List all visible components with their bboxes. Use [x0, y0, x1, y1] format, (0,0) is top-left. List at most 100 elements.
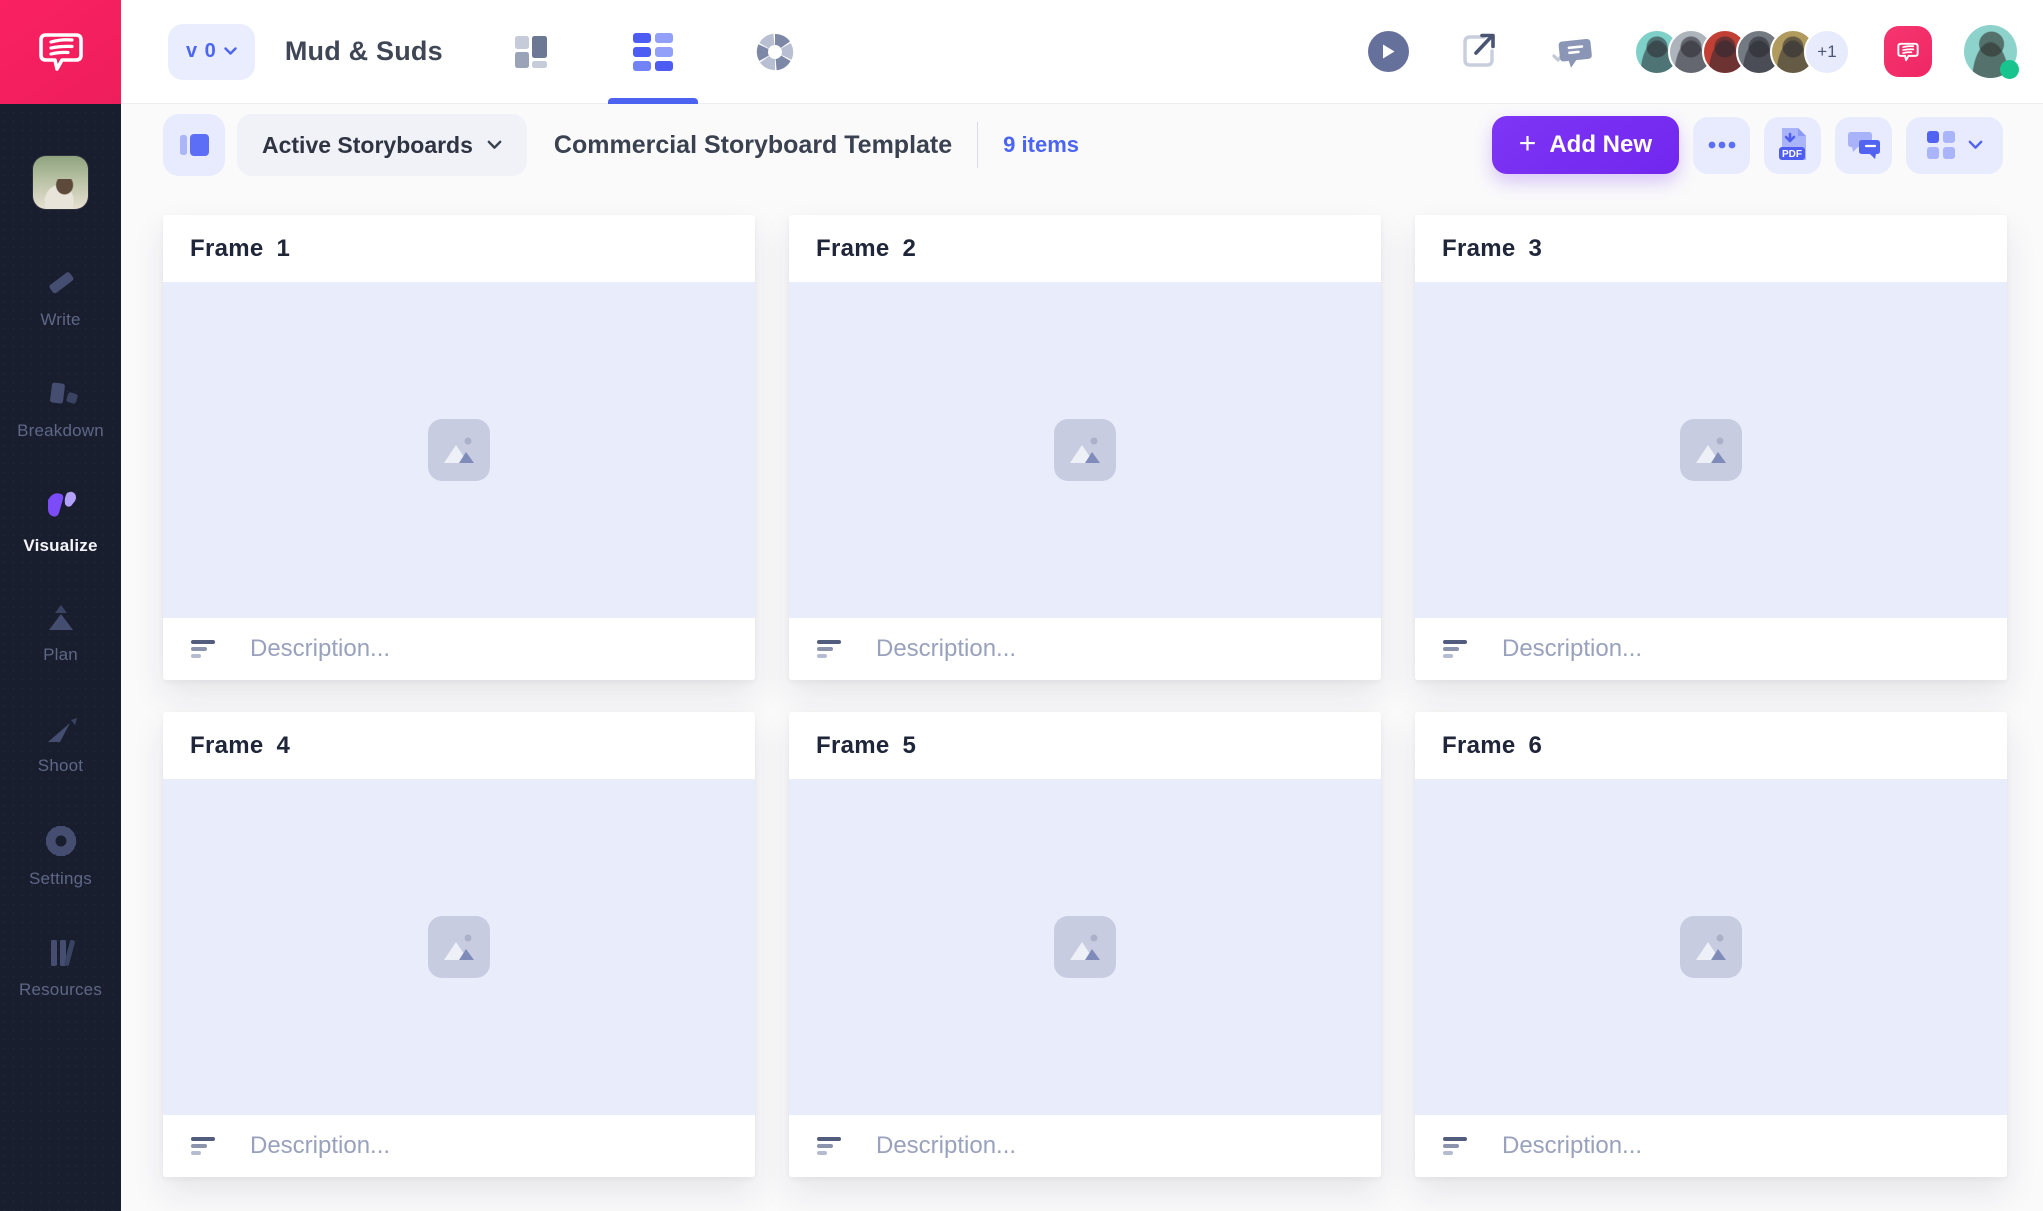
- description-lines-icon: [817, 1136, 843, 1156]
- comments-button[interactable]: [1548, 30, 1594, 74]
- frame-header: Frame 2: [789, 215, 1381, 282]
- frame-header: Frame 4: [163, 712, 755, 779]
- frame-card: Frame 1 Description...: [163, 215, 755, 680]
- frame-title[interactable]: Frame: [1442, 732, 1516, 760]
- frame-footer: Description...: [1415, 618, 2007, 680]
- description-lines-icon: [1443, 1136, 1469, 1156]
- template-name: Commercial Storyboard Template: [554, 131, 952, 160]
- panel-toggle-button[interactable]: [163, 114, 225, 176]
- chevron-down-icon: [487, 140, 502, 150]
- page-title: Mud & Suds: [285, 36, 443, 67]
- frame-image-dropzone[interactable]: [1415, 779, 2007, 1115]
- frame-number[interactable]: 1: [277, 235, 290, 263]
- sidebar-item-shoot[interactable]: Shoot: [0, 711, 121, 776]
- feedback-button[interactable]: [1884, 26, 1932, 77]
- chevron-down-icon: [224, 47, 237, 56]
- frame-description-input[interactable]: Description...: [250, 1132, 390, 1160]
- version-selector[interactable]: v 0: [168, 24, 255, 80]
- view-mode-button[interactable]: [1906, 117, 2003, 174]
- frame-title[interactable]: Frame: [1442, 235, 1516, 263]
- frame-card: Frame 4 Description...: [163, 712, 755, 1177]
- frame-header: Frame 1: [163, 215, 755, 282]
- image-placeholder-icon: [1680, 419, 1742, 481]
- frame-card: Frame 5 Description...: [789, 712, 1381, 1177]
- more-options-button[interactable]: [1693, 117, 1750, 174]
- sidebar-item-visualize[interactable]: Visualize: [0, 487, 121, 556]
- storyboard-selector-label: Active Storyboards: [262, 132, 473, 159]
- share-icon: [1456, 29, 1501, 74]
- play-button[interactable]: [1368, 31, 1409, 72]
- layout-collage-icon: [510, 31, 552, 73]
- frame-number[interactable]: 5: [903, 732, 916, 760]
- frame-image-dropzone[interactable]: [163, 282, 755, 618]
- project-thumbnail[interactable]: [33, 156, 88, 209]
- frame-description-input[interactable]: Description...: [1502, 635, 1642, 663]
- gear-icon: [42, 822, 80, 860]
- frame-description-input[interactable]: Description...: [876, 635, 1016, 663]
- sidebar-item-resources[interactable]: Resources: [0, 935, 121, 1000]
- frame-number[interactable]: 6: [1529, 732, 1542, 760]
- visualize-icon: [39, 487, 83, 527]
- frame-header: Frame 6: [1415, 712, 2007, 779]
- breakdown-icon: [42, 376, 80, 412]
- image-placeholder-icon: [1054, 916, 1116, 978]
- export-pdf-button[interactable]: PDF: [1764, 117, 1821, 174]
- chevron-down-icon: [1968, 140, 1983, 150]
- pdf-download-icon: PDF: [1777, 126, 1809, 164]
- user-avatar[interactable]: [1964, 25, 2017, 78]
- image-placeholder-icon: [428, 419, 490, 481]
- items-count: 9 items: [1003, 132, 1079, 158]
- description-lines-icon: [191, 1136, 217, 1156]
- sidebar-item-settings[interactable]: Settings: [0, 822, 121, 889]
- sidebar-item-plan[interactable]: Plan: [0, 602, 121, 665]
- frame-footer: Description...: [163, 618, 755, 680]
- add-new-label: Add New: [1549, 131, 1652, 159]
- sidebar-item-label: Breakdown: [17, 421, 104, 441]
- frame-description-input[interactable]: Description...: [250, 635, 390, 663]
- tab-layout-view[interactable]: [501, 0, 561, 104]
- app-logo[interactable]: [0, 0, 121, 104]
- plan-icon: [41, 602, 81, 636]
- frame-footer: Description...: [789, 1115, 1381, 1177]
- sidebar-item-write[interactable]: Write: [0, 265, 121, 330]
- tab-grid-view[interactable]: [623, 0, 683, 104]
- sidebar-item-label: Resources: [19, 980, 102, 1000]
- frame-image-dropzone[interactable]: [789, 779, 1381, 1115]
- panel-toggle-icon: [178, 132, 210, 158]
- frame-image-dropzone[interactable]: [163, 779, 755, 1115]
- frame-header: Frame 5: [789, 712, 1381, 779]
- frame-title[interactable]: Frame: [816, 732, 890, 760]
- tab-animatic-view[interactable]: [745, 0, 805, 104]
- collaborator-avatars: +1: [1634, 29, 1850, 75]
- storyboard-grid: Frame 1 Description... Frame 2: [163, 215, 2008, 1177]
- comments-panel-button[interactable]: [1835, 117, 1892, 174]
- image-placeholder-icon: [1680, 916, 1742, 978]
- frame-image-dropzone[interactable]: [1415, 282, 2007, 618]
- frame-description-input[interactable]: Description...: [876, 1132, 1016, 1160]
- frame-number[interactable]: 3: [1529, 235, 1542, 263]
- frame-title[interactable]: Frame: [816, 235, 890, 263]
- description-lines-icon: [817, 639, 843, 659]
- sidebar-item-breakdown[interactable]: Breakdown: [0, 376, 121, 441]
- frame-title[interactable]: Frame: [190, 732, 264, 760]
- online-status-dot: [2000, 60, 2019, 79]
- grid-view-icon: [632, 32, 674, 72]
- frame-title[interactable]: Frame: [190, 235, 264, 263]
- frame-card: Frame 2 Description...: [789, 215, 1381, 680]
- view-tabs: [501, 0, 805, 104]
- sidebar-item-label: Settings: [29, 869, 92, 889]
- share-button[interactable]: [1456, 29, 1501, 74]
- storyboard-selector[interactable]: Active Storyboards: [237, 114, 527, 176]
- add-new-button[interactable]: + Add New: [1492, 116, 1679, 174]
- frame-number[interactable]: 2: [903, 235, 916, 263]
- divider: [977, 122, 978, 168]
- ellipsis-icon: [1708, 141, 1736, 149]
- collaborators-overflow-badge[interactable]: +1: [1804, 29, 1850, 75]
- version-label: v 0: [186, 40, 217, 63]
- frame-number[interactable]: 4: [277, 732, 290, 760]
- pdf-label: PDF: [1782, 149, 1802, 160]
- frame-card: Frame 3 Description...: [1415, 215, 2007, 680]
- frame-image-dropzone[interactable]: [789, 282, 1381, 618]
- speech-bubble-logo-icon: [32, 23, 90, 81]
- frame-description-input[interactable]: Description...: [1502, 1132, 1642, 1160]
